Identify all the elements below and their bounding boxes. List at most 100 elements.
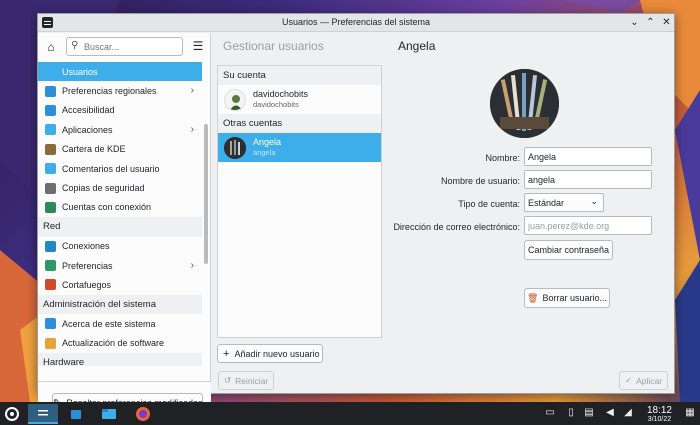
category-icon xyxy=(45,279,56,291)
sidebar-scrollbar[interactable] xyxy=(204,66,208,366)
sidebar-item[interactable]: Cuentas con conexión xyxy=(38,198,202,217)
apply-label: Aplicar xyxy=(636,375,663,386)
reset-button[interactable]: ↺ Reiniciar xyxy=(218,371,275,390)
hamburger-menu-icon[interactable]: ☰ xyxy=(192,40,204,52)
device-icon[interactable]: ▯ xyxy=(565,407,577,419)
brushes-avatar-icon xyxy=(490,69,559,138)
battery-icon[interactable]: ▭ xyxy=(544,407,556,419)
your-account-header: Su cuenta xyxy=(218,66,381,85)
account-row-angela[interactable]: Angela angela xyxy=(218,133,381,162)
reset-label: Reiniciar xyxy=(235,375,269,386)
delete-user-label: Borrar usuario... xyxy=(542,293,607,303)
sidebar-item[interactable]: Aplicaciones › xyxy=(38,120,202,139)
sidebar-item[interactable]: Acerca de este sistema xyxy=(38,314,202,333)
firefox-icon[interactable] xyxy=(133,404,153,424)
sidebar-item-label: Preferencias xyxy=(62,260,113,271)
category-icon xyxy=(45,182,56,194)
minimize-button[interactable]: ⌄ xyxy=(628,16,641,29)
username-field[interactable] xyxy=(524,170,652,189)
accounts-list: Su cuenta davidochobits davidochobits Ot… xyxy=(217,65,382,338)
category-header: Hardware xyxy=(38,352,202,366)
volume-icon[interactable]: ◀ xyxy=(604,407,616,419)
sidebar-item[interactable]: Comentarios del usuario xyxy=(38,159,202,178)
sidebar-item-label: Usuarios xyxy=(62,66,98,77)
plus-icon: + xyxy=(223,347,230,360)
account-type-label: Tipo de cuenta: xyxy=(458,199,520,209)
sidebar-item[interactable]: Cartera de KDE xyxy=(38,140,202,159)
settings-task-icon[interactable] xyxy=(28,404,58,424)
email-field[interactable] xyxy=(524,216,652,235)
file-manager-icon[interactable] xyxy=(99,404,119,424)
sidebar-item-label: Preferencias regionales xyxy=(62,86,157,97)
page-header: Gestionar usuarios Angela xyxy=(212,33,675,60)
sidebar-item-label: Acerca de este sistema xyxy=(62,318,156,329)
category-icon xyxy=(45,143,56,155)
discover-icon[interactable] xyxy=(66,404,86,424)
sidebar-item[interactable]: Usuarios xyxy=(38,62,202,82)
sidebar-item-label: Cortafuegos xyxy=(62,279,112,290)
category-icon xyxy=(45,240,56,252)
settings-window: Usuarios — Preferencias del sistema ⌄ ⌃ … xyxy=(37,13,675,413)
name-label: Nombre: xyxy=(485,153,520,163)
category-header: Administración del sistema xyxy=(38,294,202,315)
search-box[interactable]: ⚲ xyxy=(66,37,183,56)
add-user-label: Añadir nuevo usuario xyxy=(234,348,320,359)
account-name: davidochobits xyxy=(253,89,309,99)
trash-icon: 🗑 xyxy=(527,292,539,303)
sidebar-item-label: Actualización de software xyxy=(62,338,165,349)
maximize-button[interactable]: ⌃ xyxy=(644,16,657,29)
search-input[interactable] xyxy=(84,40,180,53)
sidebar-item[interactable]: Preferencias › xyxy=(38,256,202,275)
sidebar-item[interactable]: Preferencias regionales › xyxy=(38,81,202,100)
category-icon xyxy=(45,66,56,78)
account-name: Angela xyxy=(253,137,282,147)
sidebar-item-label: Aplicaciones xyxy=(62,124,113,135)
name-field[interactable] xyxy=(524,147,652,166)
sidebar-item[interactable]: Conexiones xyxy=(38,237,202,256)
category-icon xyxy=(45,201,56,213)
sidebar-item[interactable]: Cortafuegos xyxy=(38,275,202,294)
home-icon[interactable]: ⌂ xyxy=(44,40,58,54)
sidebar-item[interactable]: Copias de seguridad xyxy=(38,178,202,197)
brushes-avatar-icon xyxy=(224,136,246,159)
scrollbar-thumb[interactable] xyxy=(204,124,208,264)
clock-date: 3/10/22 xyxy=(647,416,672,423)
account-username: davidochobits xyxy=(253,100,299,109)
add-user-button[interactable]: + Añadir nuevo usuario xyxy=(217,344,323,363)
sidebar-item[interactable]: Accesibilidad xyxy=(38,101,202,120)
other-accounts-header: Otras cuentas xyxy=(218,114,381,133)
delete-user-button[interactable]: 🗑 Borrar usuario... xyxy=(524,288,610,308)
category-icon xyxy=(45,260,56,272)
apply-button[interactable]: ✓ Aplicar xyxy=(619,371,669,390)
sidebar: ⌂ ⚲ ☰ Usuarios Preferencias regionales › Ac… xyxy=(38,33,211,413)
hobbit-avatar-icon xyxy=(225,89,245,110)
network-icon[interactable]: ◢ xyxy=(622,407,634,419)
sidebar-item[interactable]: Actualización de software xyxy=(38,333,202,352)
page-title: Angela xyxy=(398,39,436,53)
clock[interactable]: 18:12 3/10/22 xyxy=(647,405,672,424)
username-label: Nombre de usuario: xyxy=(440,176,520,186)
account-type-value: Estándar xyxy=(528,197,565,208)
app-launcher-icon[interactable] xyxy=(2,404,22,424)
category-icon xyxy=(45,337,56,349)
change-password-button[interactable]: Cambiar contraseña xyxy=(524,240,613,260)
account-type-select[interactable]: Estándar ⌄ xyxy=(524,193,604,212)
avatar xyxy=(224,136,246,159)
close-button[interactable]: ✕ xyxy=(660,16,673,29)
titlebar: Usuarios — Preferencias del sistema ⌄ ⌃ … xyxy=(38,14,674,32)
check-icon: ✓ xyxy=(625,375,633,385)
chevron-right-icon: › xyxy=(190,124,194,136)
show-desktop-icon[interactable]: ▦ xyxy=(684,407,696,419)
account-row-self[interactable]: davidochobits davidochobits xyxy=(218,85,381,114)
category-icon xyxy=(45,318,56,330)
category-icon xyxy=(45,104,56,116)
sidebar-item-label: Cartera de KDE xyxy=(62,144,126,155)
breadcrumb[interactable]: Gestionar usuarios xyxy=(223,39,324,53)
sidebar-item-label: Copias de seguridad xyxy=(62,183,145,194)
search-icon: ⚲ xyxy=(71,40,79,51)
clipboard-icon[interactable]: ▤ xyxy=(583,407,595,419)
sidebar-item-label: Accesibilidad xyxy=(62,105,115,116)
user-avatar-large[interactable] xyxy=(490,69,559,138)
reset-icon: ↺ xyxy=(224,375,232,385)
account-username: angela xyxy=(253,148,276,157)
